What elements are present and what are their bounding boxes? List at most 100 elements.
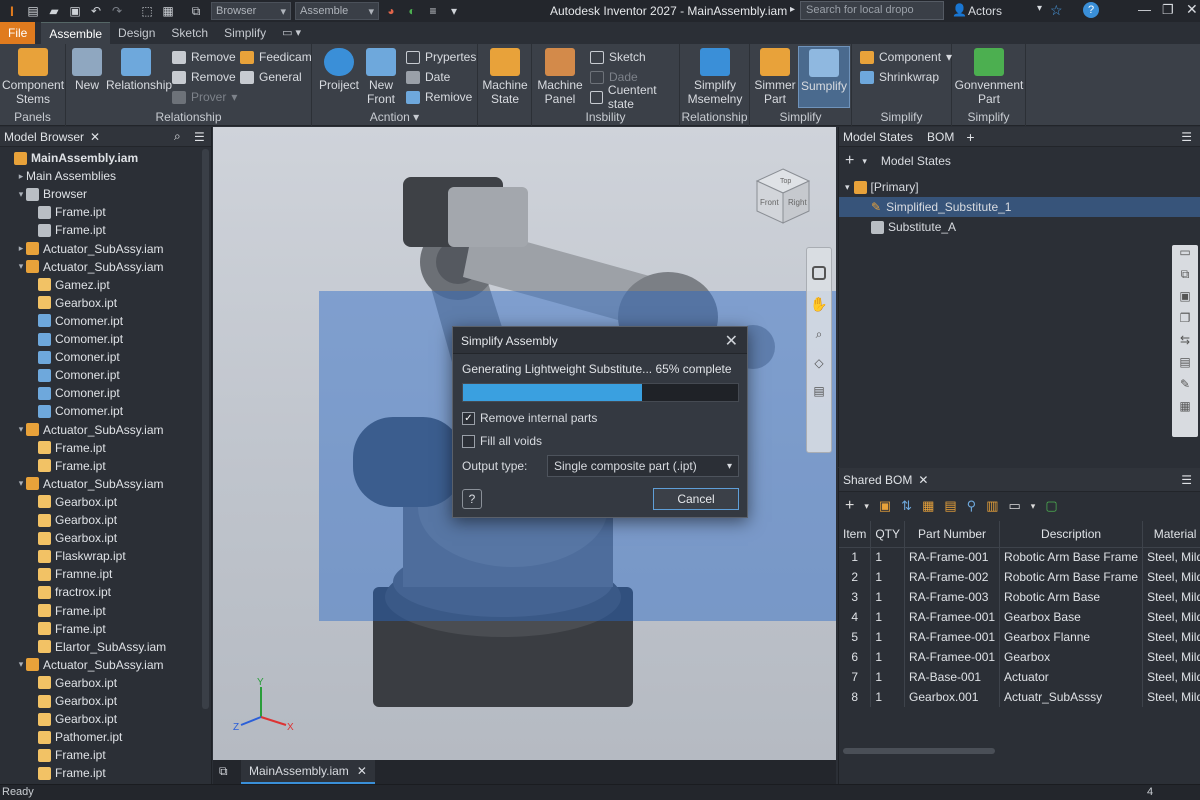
prypertes-button[interactable]: Prypertes (406, 48, 476, 66)
chevron-down-icon[interactable]: ▾ (845, 182, 850, 193)
tree-item[interactable]: Elartor_SubAssy.iam (28, 638, 166, 656)
cuentent-state-button[interactable]: Cuentent state (590, 83, 679, 111)
project-button[interactable]: Proiject (316, 48, 362, 92)
sketch-button[interactable]: Sketch (590, 48, 646, 66)
tree-scrollbar[interactable] (202, 149, 209, 709)
tree-item[interactable]: Frame.ipt (28, 620, 106, 638)
expand-icon[interactable]: ▸ (16, 171, 26, 182)
expand-icon[interactable]: ▾ (16, 261, 26, 272)
chevron-down-icon[interactable]: ▾ (1031, 501, 1036, 512)
customize-icon[interactable]: ▾ (445, 2, 463, 20)
tree-item[interactable]: ▾ Browser (16, 185, 87, 203)
bom-parts-icon[interactable]: ▦ (922, 498, 934, 514)
view-cube[interactable]: Top Front Right (753, 167, 813, 227)
star-icon[interactable]: ☆ (1050, 2, 1063, 19)
orbit-icon[interactable]: ◇ (807, 356, 831, 370)
tree-item[interactable]: ▾ Actuator_SubAssy.iam (16, 475, 164, 493)
tree-item[interactable]: Frame.ipt (28, 221, 106, 239)
tree-item[interactable]: fractrox.ipt (28, 583, 111, 601)
bom-scrollbar[interactable] (843, 748, 995, 754)
model-state-row-simplified[interactable]: ✎ Simplified_Substitute_1 (839, 197, 1200, 217)
remove-button-2[interactable]: Remove (172, 68, 236, 86)
prover-button[interactable]: Prover ▾ (172, 88, 237, 106)
tree-item[interactable]: ▾ Actuator_SubAssy.iam (16, 421, 164, 439)
align-icon[interactable]: ≡ (424, 2, 442, 20)
undo-icon[interactable]: ↶ (87, 2, 105, 20)
gonvenment-part-button[interactable]: Gonvenment Part (954, 48, 1024, 106)
toolbar-icon-7[interactable]: ✎ (1172, 377, 1198, 399)
bom-columns-icon[interactable]: ▥ (986, 498, 998, 514)
sumplify-button[interactable]: Sumplify (798, 46, 850, 108)
table-row[interactable]: 2 1 RA-Frame-002 Robotic Arm Base Frame Stee… (839, 567, 1200, 587)
tree-item[interactable]: ▸ Actuator_SubAssy.iam (16, 240, 164, 258)
sort-icon[interactable]: ⇅ (901, 498, 912, 514)
tree-item[interactable]: Gearbox.ipt (28, 493, 117, 511)
close-icon[interactable]: ✕ (1186, 1, 1198, 18)
general-button[interactable]: General (240, 68, 302, 86)
remiove-button[interactable]: Remiove (406, 88, 472, 106)
dialog-close-icon[interactable]: ✕ (725, 331, 738, 351)
expand-icon[interactable]: ▾ (16, 659, 26, 670)
app-logo-icon[interactable]: I (3, 2, 21, 20)
tab-options-icon[interactable]: ▭ ▾ (274, 22, 309, 44)
toolbar-icon-1[interactable]: ▭ (1172, 245, 1198, 267)
user-icon[interactable]: 👤 (952, 3, 967, 17)
toolbar-icon-2[interactable]: ⧉ (1172, 267, 1198, 289)
tree-item[interactable]: Comoner.ipt (28, 348, 120, 366)
bom-column-header[interactable]: Description (999, 521, 1144, 548)
table-row[interactable]: 3 1 RA-Frame-003 Robotic Arm Base Steel, Mil… (839, 587, 1200, 607)
open-folder-icon[interactable]: ▰ (45, 2, 63, 20)
restore-icon[interactable]: ❐ (1162, 2, 1174, 18)
tree-item[interactable]: Gearbox.ipt (28, 511, 117, 529)
bom-column-header[interactable]: QTY (870, 521, 906, 548)
tree-item[interactable]: Comoner.ipt (28, 366, 120, 384)
chevron-down-icon[interactable]: ▾ (862, 156, 867, 167)
tree-item[interactable]: Pathomer.ipt (28, 728, 122, 746)
menu-icon[interactable]: ☰ (1181, 473, 1192, 487)
bom-column-header[interactable]: Item (839, 521, 872, 548)
user-name[interactable]: Actors (968, 4, 1002, 18)
tree-item[interactable]: Comomer.ipt (28, 402, 123, 420)
table-row[interactable]: 5 1 RA-Framee-001 Gearbox Flanne Steel, Mild (839, 627, 1200, 647)
tree-item[interactable]: Frame.ipt (28, 439, 106, 457)
new-front-button[interactable]: New Front (364, 48, 398, 106)
tree-item[interactable]: ▾ Actuator_SubAssy.iam (16, 656, 164, 674)
toolbar-icon-3[interactable]: ▣ (1172, 289, 1198, 311)
tree-item[interactable]: Gearbox.ipt (28, 294, 117, 312)
bom-column-header[interactable]: Material (1142, 521, 1200, 548)
tree-item[interactable]: Framne.ipt (28, 565, 112, 583)
add-icon[interactable]: + (845, 497, 854, 515)
toolbar-icon-5[interactable]: ⇆ (1172, 333, 1198, 355)
filter-icon[interactable]: ⚲ (967, 498, 977, 514)
expand-icon[interactable]: ▸ (16, 243, 26, 254)
table-row[interactable]: 6 1 RA-Framee-001 Gearbox Steel, Mild (839, 647, 1200, 667)
chevron-down-icon[interactable]: ▾ (864, 501, 869, 512)
toolbar-icon-4[interactable]: ❐ (1172, 311, 1198, 333)
select-icon[interactable]: ⬚ (138, 2, 156, 20)
search-input[interactable]: Search for local dropo (800, 1, 944, 20)
component-icon[interactable]: ▦ (159, 2, 177, 20)
table-row[interactable]: 1 1 RA-Frame-001 Robotic Arm Base Frame Stee… (839, 547, 1200, 567)
tree-item[interactable]: Comomer.ipt (28, 330, 123, 348)
tab-assemble[interactable]: Assemble (41, 22, 111, 44)
tab-file[interactable]: File (0, 22, 36, 44)
tree-item[interactable]: ▸ Main Assemblies (16, 167, 116, 185)
copy-icon[interactable]: ⧉ (187, 2, 205, 20)
machine-panel-button[interactable]: Machine Panel (536, 48, 584, 106)
machine-state-button[interactable]: Machine State (480, 48, 530, 106)
browser-combo[interactable]: Browser ▾ (211, 2, 291, 20)
bom-new-icon[interactable]: ▢ (1045, 498, 1057, 514)
table-row[interactable]: 4 1 RA-Framee-001 Gearbox Base Steel, Mild (839, 607, 1200, 627)
tree-item[interactable]: Gearbox.ipt (28, 692, 117, 710)
close-icon[interactable]: ✕ (918, 473, 928, 487)
tree-item[interactable]: Flaskwrap.ipt (28, 547, 126, 565)
tab-design[interactable]: Design (110, 22, 163, 44)
expand-icon[interactable]: ▾ (16, 478, 26, 489)
simplify-msemelny-button[interactable]: Simplify Msemelny (684, 48, 746, 106)
add-icon[interactable]: + (845, 152, 854, 170)
pan-icon[interactable]: ✋ (807, 296, 831, 313)
tree-item[interactable]: Gearbox.ipt (28, 529, 117, 547)
remove-internal-checkbox[interactable]: ✓ Remove internal parts (462, 411, 597, 425)
tree-item[interactable]: Frame.ipt (28, 764, 106, 782)
tab-model-states[interactable]: Model States (843, 130, 913, 144)
